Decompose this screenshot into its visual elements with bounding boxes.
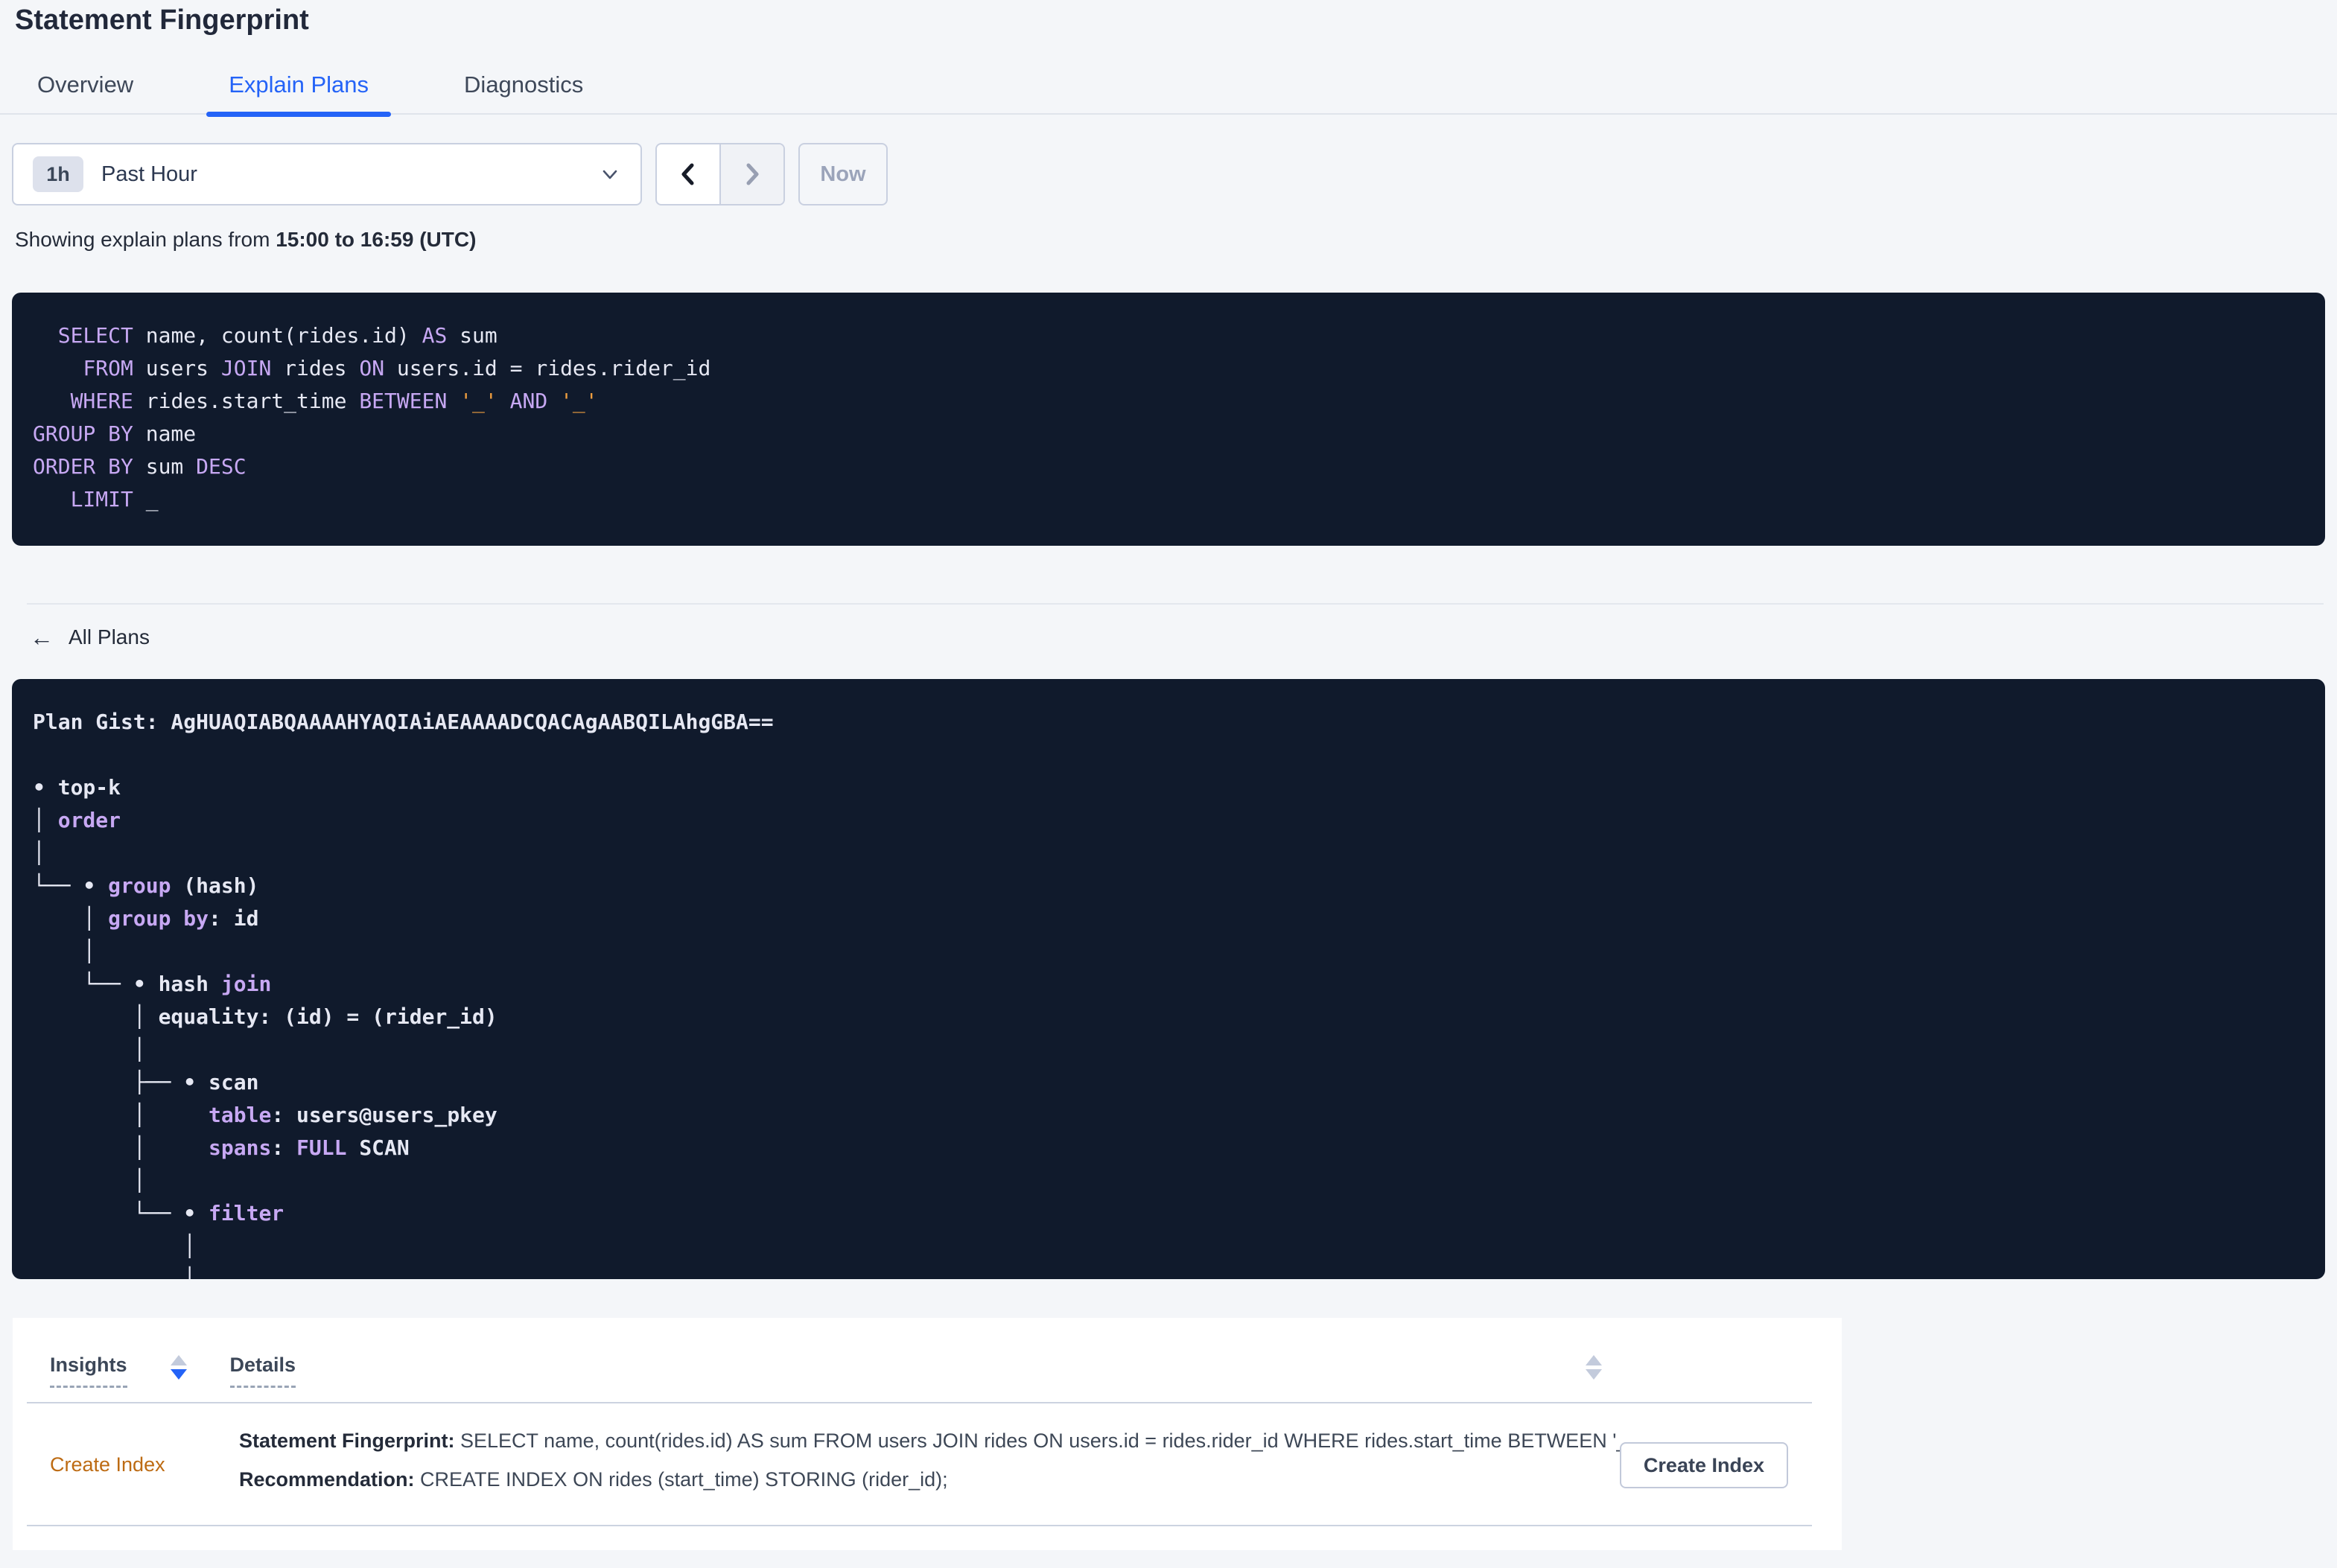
page-title: Statement Fingerprint: [15, 4, 309, 36]
tab-bar: Overview Explain Plans Diagnostics: [0, 64, 2337, 117]
code-line: │: [33, 1234, 197, 1258]
row-divider: [27, 1525, 1812, 1526]
tab-explain-plans[interactable]: Explain Plans: [206, 64, 391, 117]
code-line: GROUP BY name: [33, 421, 197, 446]
code-line: │ table: users@users_pkey: [33, 1103, 497, 1127]
time-pager: [655, 143, 785, 205]
statement-fingerprint-detail: Statement Fingerprint: SELECT name, coun…: [239, 1430, 1647, 1453]
column-header-insights[interactable]: Insights: [50, 1354, 127, 1388]
code-line: WHERE rides.start_time BETWEEN '_' AND '…: [70, 389, 598, 413]
code-line: └── • hash join: [33, 972, 272, 996]
showing-plans-caption: Showing explain plans from 15:00 to 16:5…: [15, 228, 476, 252]
code-line: ├── • scan: [33, 1070, 259, 1094]
header-divider: [27, 1402, 1812, 1403]
sql-statement-code: SELECT name, count(rides.id) AS sum FROM…: [12, 293, 2325, 543]
interval-label: Past Hour: [101, 162, 197, 186]
sort-asc-icon: [170, 1355, 187, 1365]
code-line: │: [33, 1037, 146, 1062]
code-line: │ order: [33, 808, 121, 832]
sort-asc-icon: [1586, 1355, 1602, 1365]
code-line: ORDER BY sum DESC: [33, 454, 247, 479]
code-line: └── • group (hash): [33, 873, 259, 898]
code-line: LIMIT _: [70, 487, 159, 511]
insights-table-header: Insights Details: [50, 1354, 1842, 1388]
column-header-details[interactable]: Details: [229, 1354, 296, 1388]
insights-table-card: Insights Details Create Index Statement …: [13, 1318, 1842, 1550]
code-line: SELECT name, count(rides.id) AS sum: [57, 323, 497, 348]
tab-diagnostics[interactable]: Diagnostics: [442, 64, 605, 113]
back-arrow-icon: ←: [30, 624, 54, 651]
code-line: • top-k: [33, 775, 121, 800]
code-line: │: [33, 1168, 146, 1193]
chevron-down-icon: [599, 163, 621, 185]
detail-label: Statement Fingerprint:: [239, 1430, 455, 1452]
insight-type-link[interactable]: Create Index: [50, 1453, 165, 1476]
now-button[interactable]: Now: [798, 143, 888, 205]
detail-label: Recommendation:: [239, 1468, 415, 1491]
code-line: │: [33, 1266, 197, 1279]
sort-desc-icon: [1586, 1369, 1602, 1380]
tab-overview[interactable]: Overview: [15, 64, 156, 113]
time-controls: 1h Past Hour Now: [12, 143, 888, 205]
section-divider: [27, 603, 2324, 605]
previous-time-button[interactable]: [657, 144, 719, 204]
sort-icon-details[interactable]: [1586, 1355, 1602, 1380]
code-line: │: [33, 841, 45, 865]
caption-range: 15:00 to 16:59 (UTC): [276, 228, 477, 251]
sort-desc-icon: [170, 1369, 187, 1380]
recommendation-detail: Recommendation: CREATE INDEX ON rides (s…: [239, 1468, 948, 1491]
code-line: └── • filter: [33, 1201, 284, 1226]
code-line: FROM users JOIN rides ON users.id = ride…: [83, 356, 711, 380]
back-link-label: All Plans: [69, 625, 150, 648]
plan-gist-code: Plan Gist: AgHUAQIABQAAAAHYAQIAiAEAAAADC…: [12, 679, 2325, 1279]
code-line: │ equality: (id) = (rider_id): [33, 1004, 497, 1029]
code-line: Plan Gist: AgHUAQIABQAAAAHYAQIAiAEAAAADC…: [33, 710, 774, 734]
caption-prefix: Showing explain plans from: [15, 228, 276, 251]
all-plans-back-link[interactable]: ← All Plans: [30, 625, 150, 649]
detail-text: CREATE INDEX ON rides (start_time) STORI…: [414, 1468, 948, 1491]
code-line: │ spans: FULL SCAN: [33, 1135, 410, 1160]
next-time-button[interactable]: [719, 144, 783, 204]
create-index-button[interactable]: Create Index: [1619, 1442, 1788, 1488]
plan-gist-panel: Plan Gist: AgHUAQIABQAAAAHYAQIAiAEAAAADC…: [12, 679, 2325, 1279]
interval-badge: 1h: [33, 156, 83, 192]
detail-text: SELECT name, count(rides.id) AS sum FROM…: [454, 1430, 1648, 1452]
code-line: │ group by: id: [33, 906, 259, 931]
sort-icon-insights[interactable]: [170, 1355, 187, 1380]
code-line: │: [33, 939, 96, 963]
time-range-dropdown[interactable]: 1h Past Hour: [12, 143, 642, 205]
sql-statement-panel: SELECT name, count(rides.id) AS sum FROM…: [12, 293, 2325, 546]
